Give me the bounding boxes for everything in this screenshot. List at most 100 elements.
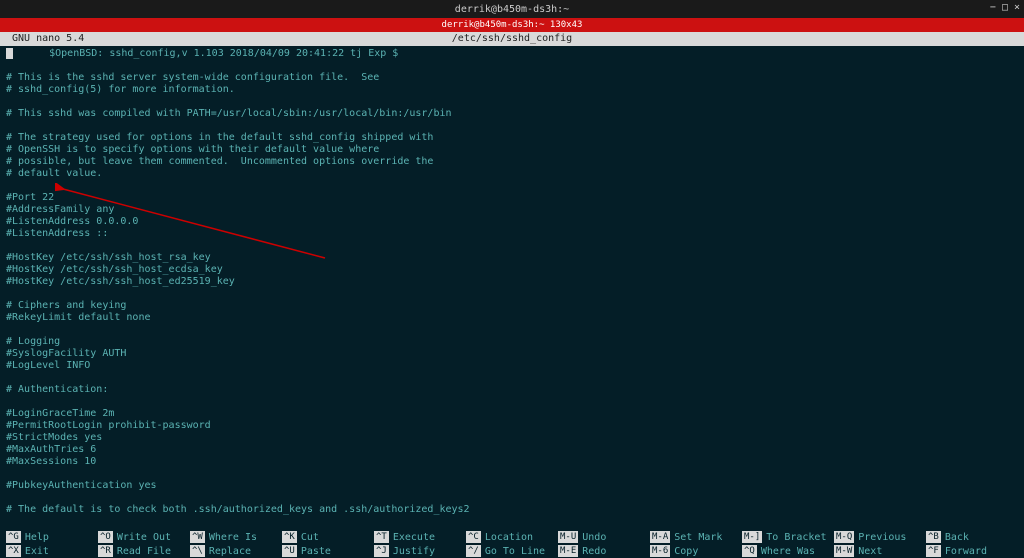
shortcut-item[interactable]: ^B Back (926, 531, 969, 543)
shortcut-label: Back (945, 532, 969, 543)
terminal-header-bar: derrik@b450m-ds3h:~ 130x43 (0, 18, 1024, 32)
shortcut-item[interactable]: ^\Replace (190, 545, 251, 557)
shortcut-label: Go To Line (485, 546, 545, 557)
editor-line[interactable]: #RekeyLimit default none (6, 312, 1018, 324)
maximize-icon[interactable]: □ (1002, 2, 1008, 13)
editor-line[interactable] (6, 288, 1018, 300)
editor-line[interactable]: # This is the sshd server system-wide co… (6, 72, 1018, 84)
editor-line[interactable] (6, 96, 1018, 108)
shortcut-item[interactable]: M-U Undo (558, 531, 606, 543)
nano-shortcuts: ^GHelp ^OWrite Out ^W Where Is ^KCut ^T Execut… (0, 530, 1024, 558)
editor-content[interactable]: $OpenBSD: sshd_config,v 1.103 2018/04/09… (0, 46, 1024, 516)
shortcut-item[interactable]: M-]To Bracket (742, 531, 826, 543)
shortcut-item[interactable]: ^/ Go To Line (466, 545, 545, 557)
editor-line[interactable]: #MaxAuthTries 6 (6, 444, 1018, 456)
editor-line[interactable]: $OpenBSD: sshd_config,v 1.103 2018/04/09… (6, 48, 1018, 60)
shortcut-key: ^O (98, 531, 113, 543)
editor-line[interactable]: # default value. (6, 168, 1018, 180)
editor-line[interactable]: #HostKey /etc/ssh/ssh_host_ecdsa_key (6, 264, 1018, 276)
editor-line[interactable]: #PermitRootLogin prohibit-password (6, 420, 1018, 432)
shortcut-label: Paste (301, 546, 331, 557)
shortcut-key: ^U (282, 545, 297, 557)
shortcut-label: Execute (393, 532, 435, 543)
shortcut-label: Redo (582, 546, 606, 557)
editor-line[interactable]: #MaxSessions 10 (6, 456, 1018, 468)
editor-line[interactable]: # sshd_config(5) for more information. (6, 84, 1018, 96)
editor-line[interactable] (6, 396, 1018, 408)
minimize-icon[interactable]: − (990, 2, 996, 13)
shortcut-label: Where Was (761, 546, 815, 557)
shortcut-key: ^Q (742, 545, 757, 557)
editor-line[interactable] (6, 120, 1018, 132)
shortcut-label: Justify (393, 546, 435, 557)
editor-line[interactable]: # Authentication: (6, 384, 1018, 396)
shortcut-key: ^F (926, 545, 941, 557)
shortcut-item[interactable]: ^Q Where Was (742, 545, 815, 557)
editor-line[interactable]: #ListenAddress 0.0.0.0 (6, 216, 1018, 228)
shortcut-key: ^/ (466, 545, 481, 557)
shortcut-key: ^J (374, 545, 389, 557)
editor-line[interactable] (6, 468, 1018, 480)
shortcut-item[interactable]: M-ERedo (558, 545, 606, 557)
editor-line[interactable] (6, 492, 1018, 504)
editor-line[interactable]: # This sshd was compiled with PATH=/usr/… (6, 108, 1018, 120)
editor-line[interactable]: # Logging (6, 336, 1018, 348)
shortcut-label: Forward (945, 546, 987, 557)
editor-line[interactable] (6, 372, 1018, 384)
shortcut-label: Where Is (209, 532, 257, 543)
shortcut-label: Replace (209, 546, 251, 557)
editor-line[interactable]: #ListenAddress :: (6, 228, 1018, 240)
editor-line[interactable] (6, 324, 1018, 336)
shortcut-item[interactable]: ^T Execute (374, 531, 435, 543)
shortcut-item[interactable]: ^F Forward (926, 545, 987, 557)
editor-line[interactable] (6, 240, 1018, 252)
shortcut-item[interactable]: M-A Set Mark (650, 531, 722, 543)
editor-line[interactable] (6, 60, 1018, 72)
shortcut-item[interactable]: ^J Justify (374, 545, 435, 557)
shortcut-label: Read File (117, 546, 171, 557)
shortcut-key: M-] (742, 531, 762, 543)
editor-line[interactable] (6, 180, 1018, 192)
editor-line[interactable]: #LogLevel INFO (6, 360, 1018, 372)
editor-line[interactable]: # The default is to check both .ssh/auth… (6, 504, 1018, 516)
shortcut-key: M-U (558, 531, 578, 543)
shortcut-label: Copy (674, 546, 698, 557)
shortcut-row-2: ^XExit ^RRead File ^\Replace ^U Paste ^J Justi… (0, 544, 1024, 558)
shortcut-key: ^T (374, 531, 389, 543)
window-controls: − □ × (990, 2, 1020, 13)
close-icon[interactable]: × (1014, 2, 1020, 13)
shortcut-item[interactable]: ^GHelp (6, 531, 49, 543)
editor-line[interactable]: #PubkeyAuthentication yes (6, 480, 1018, 492)
editor-line[interactable]: #Port 22 (6, 192, 1018, 204)
editor-line[interactable]: #HostKey /etc/ssh/ssh_host_rsa_key (6, 252, 1018, 264)
editor-line[interactable]: # OpenSSH is to specify options with the… (6, 144, 1018, 156)
shortcut-item[interactable]: M-QPrevious (834, 531, 906, 543)
shortcut-key: ^W (190, 531, 205, 543)
nano-filepath: /etc/ssh/sshd_config (452, 32, 572, 46)
shortcut-key: ^B (926, 531, 941, 543)
editor-line[interactable]: #HostKey /etc/ssh/ssh_host_ed25519_key (6, 276, 1018, 288)
shortcut-item[interactable]: M-WNext (834, 545, 882, 557)
shortcut-label: Undo (582, 532, 606, 543)
window-titlebar: derrik@b450m-ds3h:~ − □ × (0, 0, 1024, 18)
editor-line[interactable]: # possible, but leave them commented. Un… (6, 156, 1018, 168)
terminal-header-text: derrik@b450m-ds3h:~ 130x43 (442, 20, 583, 30)
shortcut-item[interactable]: ^XExit (6, 545, 49, 557)
editor-line[interactable]: # The strategy used for options in the d… (6, 132, 1018, 144)
editor-line[interactable]: #LoginGraceTime 2m (6, 408, 1018, 420)
shortcut-item[interactable]: ^RRead File (98, 545, 171, 557)
editor-line[interactable]: # Ciphers and keying (6, 300, 1018, 312)
shortcut-item[interactable]: ^CLocation (466, 531, 533, 543)
shortcut-key: M-A (650, 531, 670, 543)
shortcut-label: Set Mark (674, 532, 722, 543)
editor-line[interactable]: #SyslogFacility AUTH (6, 348, 1018, 360)
shortcut-item[interactable]: ^OWrite Out (98, 531, 171, 543)
shortcut-key: ^C (466, 531, 481, 543)
editor-line[interactable]: #AddressFamily any (6, 204, 1018, 216)
shortcut-item[interactable]: ^KCut (282, 531, 319, 543)
shortcut-label: Previous (858, 532, 906, 543)
shortcut-item[interactable]: M-6Copy (650, 545, 698, 557)
editor-line[interactable]: #StrictModes yes (6, 432, 1018, 444)
shortcut-item[interactable]: ^U Paste (282, 545, 331, 557)
shortcut-item[interactable]: ^W Where Is (190, 531, 257, 543)
